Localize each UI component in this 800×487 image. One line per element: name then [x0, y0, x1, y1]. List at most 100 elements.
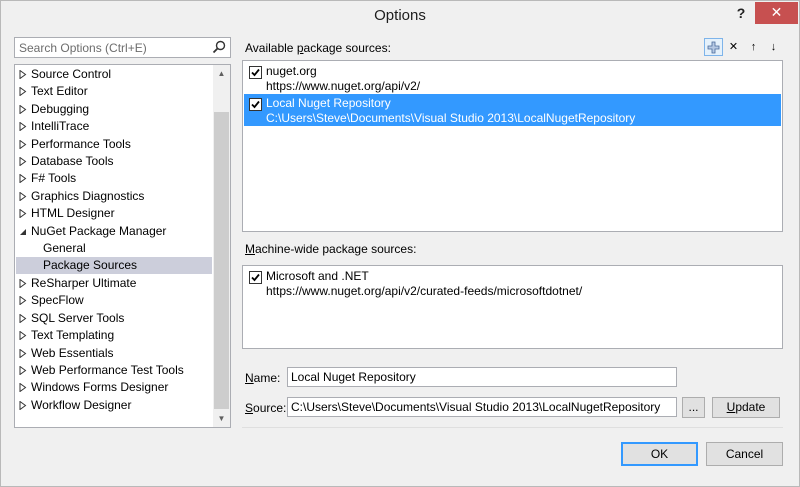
tree-item-performance-tools[interactable]: Performance Tools	[16, 136, 212, 153]
remove-icon: ✕	[728, 41, 739, 53]
expand-arrow-icon[interactable]	[19, 70, 27, 79]
label-text: ource:	[253, 401, 287, 415]
options-dialog: Options ? ✕ Source Control Text Editor D…	[0, 0, 800, 487]
source-checkbox[interactable]	[249, 98, 262, 111]
tree-item-label: Web Essentials	[31, 346, 114, 360]
tree-item-debugging[interactable]: Debugging	[16, 101, 212, 118]
tree-item-intellitrace[interactable]: IntelliTrace	[16, 118, 212, 135]
expand-arrow-icon[interactable]	[19, 296, 27, 305]
expand-arrow-icon[interactable]	[19, 366, 27, 375]
tree-item-label: Workflow Designer	[31, 398, 132, 412]
source-checkbox[interactable]	[249, 66, 262, 79]
tree-scrollbar[interactable]: ▲ ▼	[213, 65, 230, 427]
label-accelerator: N	[245, 371, 254, 385]
tree-item-sql-server-tools[interactable]: SQL Server Tools	[16, 310, 212, 327]
tree-item-label: SpecFlow	[31, 293, 84, 307]
label-accelerator: U	[726, 400, 736, 414]
ok-button[interactable]: OK	[621, 442, 698, 466]
tree-item-label: Database Tools	[31, 154, 114, 168]
source-input[interactable]	[287, 397, 677, 417]
tree-item-label: HTML Designer	[31, 206, 115, 220]
tree-item-text-editor[interactable]: Text Editor	[16, 83, 212, 100]
checkmark-icon	[251, 68, 260, 77]
expand-arrow-icon[interactable]	[19, 87, 27, 96]
cancel-button[interactable]: Cancel	[706, 442, 783, 466]
machine-wide-sources-list: Microsoft and .NET https://www.nuget.org…	[242, 265, 783, 349]
source-name: Microsoft and .NET	[266, 269, 369, 283]
expand-arrow-icon[interactable]	[19, 383, 27, 392]
expand-arrow-icon[interactable]	[19, 349, 27, 358]
scroll-thumb[interactable]	[214, 112, 229, 409]
label-text: ackage sources:	[303, 41, 391, 55]
window-title: Options	[374, 7, 426, 24]
tree-item-label: Text Templating	[31, 328, 115, 342]
tree-item-specflow[interactable]: SpecFlow	[16, 292, 212, 309]
source-name: Local Nuget Repository	[266, 96, 391, 110]
name-input[interactable]	[287, 367, 677, 387]
tree-item-label: IntelliTrace	[31, 119, 90, 133]
tree-item-fsharp-tools[interactable]: F# Tools	[16, 170, 212, 187]
expand-arrow-icon[interactable]	[19, 140, 27, 149]
label-text: ame:	[253, 371, 281, 385]
collapse-arrow-icon[interactable]	[19, 227, 27, 236]
tree-item-label: General	[43, 241, 86, 255]
source-checkbox[interactable]	[249, 271, 262, 284]
help-button[interactable]: ?	[727, 2, 755, 24]
expand-arrow-icon[interactable]	[19, 157, 27, 166]
close-button[interactable]: ✕	[755, 2, 798, 24]
tree-item-label: Web Performance Test Tools	[31, 363, 184, 377]
source-item-microsoft-dotnet[interactable]: Microsoft and .NET https://www.nuget.org…	[244, 267, 781, 299]
tree-item-database-tools[interactable]: Database Tools	[16, 153, 212, 170]
add-source-button[interactable]	[704, 38, 723, 56]
tree-item-package-sources[interactable]: Package Sources	[16, 257, 212, 274]
source-url: C:\Users\Steve\Documents\Visual Studio 2…	[266, 111, 636, 125]
tree-item-label: ReSharper Ultimate	[31, 276, 137, 290]
expand-arrow-icon[interactable]	[19, 331, 27, 340]
tree-item-general[interactable]: General	[16, 240, 212, 257]
update-button[interactable]: Update	[712, 397, 780, 418]
tree-item-web-essentials[interactable]: Web Essentials	[16, 345, 212, 362]
scroll-up-icon[interactable]: ▲	[213, 65, 230, 82]
tree-item-graphics-diagnostics[interactable]: Graphics Diagnostics	[16, 188, 212, 205]
title-bar: Options ? ✕	[1, 1, 799, 32]
expand-arrow-icon[interactable]	[19, 209, 27, 218]
tree-item-html-designer[interactable]: HTML Designer	[16, 205, 212, 222]
label-accelerator: p	[296, 41, 304, 55]
tree-item-label: Source Control	[31, 67, 112, 81]
tree-item-label: Windows Forms Designer	[31, 380, 169, 394]
source-item-nuget-org[interactable]: nuget.org https://www.nuget.org/api/v2/	[244, 62, 781, 94]
scroll-down-icon[interactable]: ▼	[213, 410, 230, 427]
source-item-local-nuget-repository[interactable]: Local Nuget Repository C:\Users\Steve\Do…	[244, 94, 781, 126]
search-input[interactable]	[15, 38, 205, 57]
tree-item-nuget-package-manager[interactable]: NuGet Package Manager	[16, 223, 212, 240]
move-down-button[interactable]: ↓	[764, 38, 783, 56]
tree-item-windows-forms-designer[interactable]: Windows Forms Designer	[16, 379, 212, 396]
search-icon[interactable]	[212, 40, 226, 54]
tree-item-label: Performance Tools	[31, 137, 131, 151]
search-box	[14, 37, 231, 58]
expand-arrow-icon[interactable]	[19, 105, 27, 114]
move-up-button[interactable]: ↑	[744, 38, 763, 56]
browse-button[interactable]: ...	[682, 397, 705, 418]
tree-item-label: SQL Server Tools	[31, 311, 125, 325]
source-url: https://www.nuget.org/api/v2/curated-fee…	[266, 284, 583, 298]
expand-arrow-icon[interactable]	[19, 122, 27, 131]
options-tree: Source Control Text Editor Debugging Int…	[14, 64, 231, 428]
tree-item-label: Graphics Diagnostics	[31, 189, 145, 203]
tree-item-web-performance-test-tools[interactable]: Web Performance Test Tools	[16, 362, 212, 379]
arrow-down-icon: ↓	[770, 41, 777, 53]
expand-arrow-icon[interactable]	[19, 174, 27, 183]
expand-arrow-icon[interactable]	[19, 314, 27, 323]
tree-item-text-templating[interactable]: Text Templating	[16, 327, 212, 344]
available-sources-list: nuget.org https://www.nuget.org/api/v2/ …	[242, 60, 783, 232]
arrow-up-icon: ↑	[750, 41, 757, 53]
tree-item-label: Debugging	[31, 102, 90, 116]
label-accelerator: S	[245, 401, 254, 415]
tree-item-resharper-ultimate[interactable]: ReSharper Ultimate	[16, 275, 212, 292]
remove-source-button[interactable]: ✕	[724, 38, 743, 56]
expand-arrow-icon[interactable]	[19, 279, 27, 288]
expand-arrow-icon[interactable]	[19, 401, 27, 410]
expand-arrow-icon[interactable]	[19, 192, 27, 201]
tree-item-source-control[interactable]: Source Control	[16, 66, 212, 83]
tree-item-workflow-designer[interactable]: Workflow Designer	[16, 397, 212, 414]
